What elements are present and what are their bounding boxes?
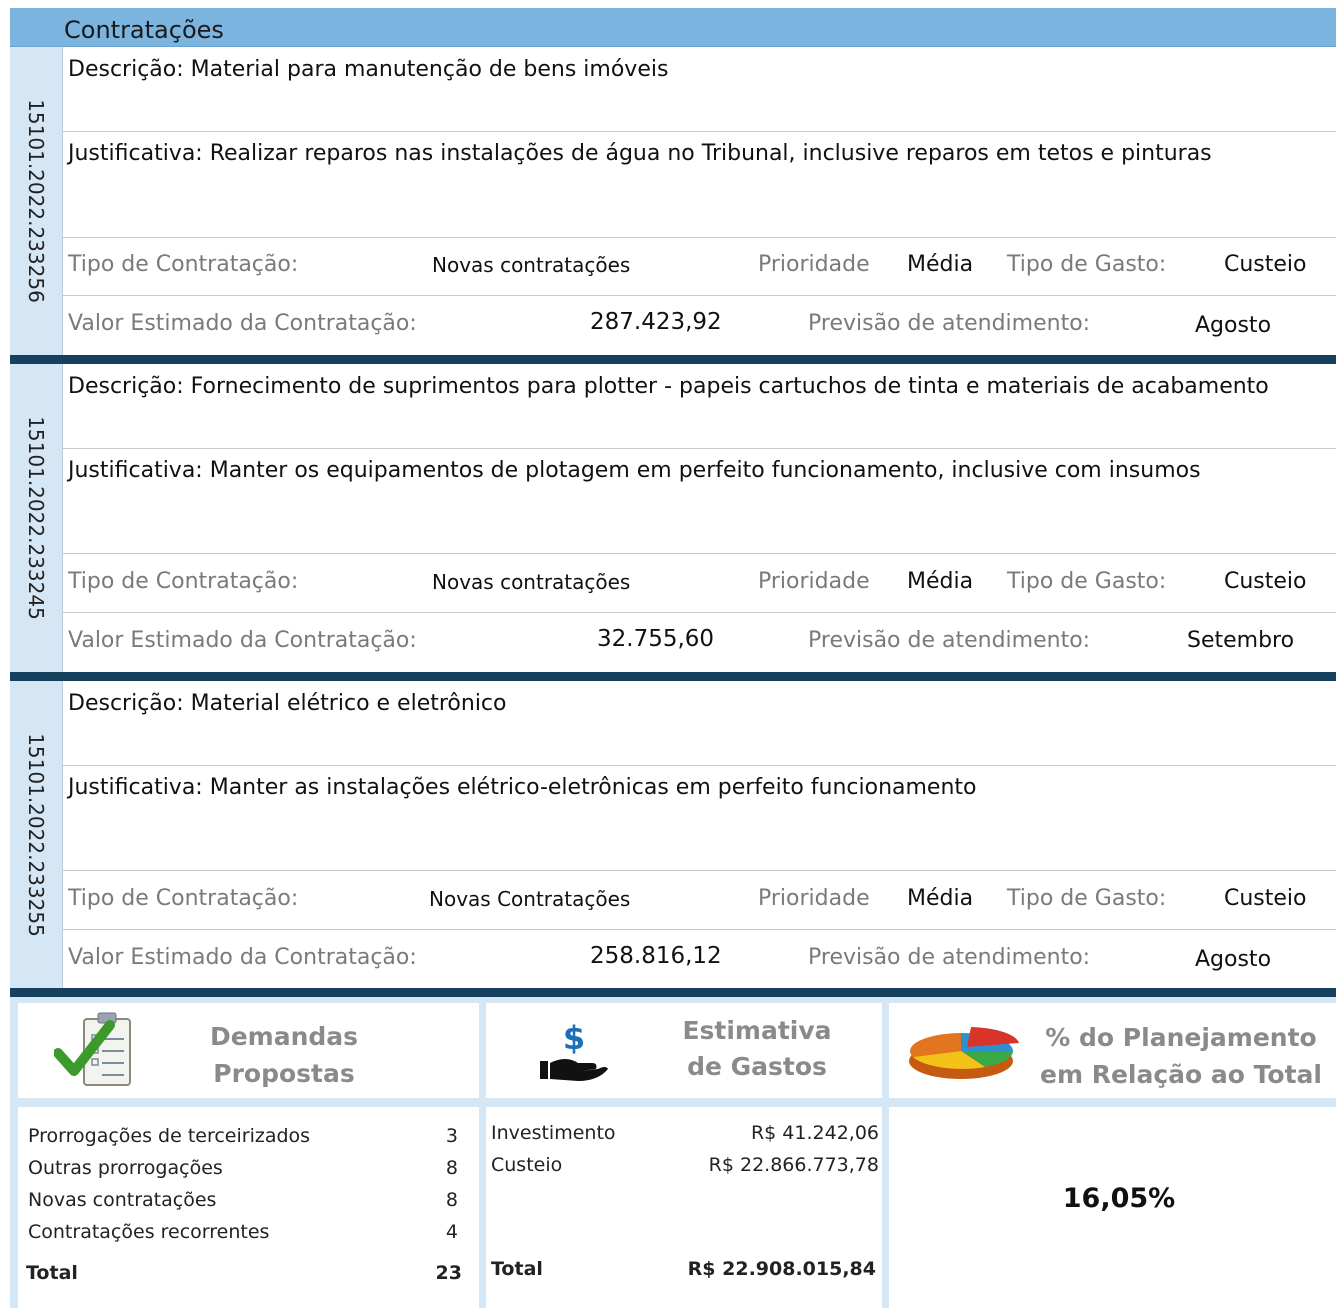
row-divider: [62, 448, 1336, 449]
demandas-title-line1: Demandas: [209, 1022, 359, 1051]
percentual-header: % do Planejamento em Relação ao Total: [889, 1003, 1336, 1098]
estimativa-total-value: R$ 22.908.015,84: [687, 1258, 876, 1280]
page-title: Contratações: [64, 16, 224, 44]
contract-id-side: 15101.2022.233256: [10, 47, 63, 355]
contract-description: Descrição: Fornecimento de suprimentos p…: [68, 374, 1269, 399]
prioridade-value: Média: [907, 569, 974, 594]
tipo-contratacao-value: Novas contratações: [432, 570, 631, 594]
tipo-contratacao-label: Tipo de Contratação:: [68, 252, 299, 277]
header-bar: Contratações: [10, 8, 1336, 47]
previsao-label: Previsão de atendimento:: [808, 945, 1091, 970]
estimativa-body: Investimento R$ 41.242,06 Custeio R$ 22.…: [486, 1107, 882, 1308]
estimativa-row-value: R$ 22.866.773,78: [708, 1154, 879, 1176]
demandas-row-value: 8: [445, 1189, 458, 1211]
tipo-gasto-value: Custeio: [1224, 569, 1307, 594]
contract-description: Descrição: Material para manutenção de b…: [68, 57, 669, 82]
tipo-gasto-value: Custeio: [1224, 252, 1307, 277]
demandas-row-label: Novas contratações: [28, 1189, 217, 1211]
tipo-gasto-label: Tipo de Gasto:: [1007, 252, 1167, 277]
tipo-contratacao-label: Tipo de Contratação:: [68, 569, 299, 594]
previsao-value: Agosto: [1195, 947, 1272, 972]
estimativa-title-line2: de Gastos: [687, 1052, 827, 1081]
contract-id: 15101.2022.233256: [24, 99, 48, 303]
prioridade-label: Prioridade: [758, 886, 870, 911]
valor-estimado-value: 287.423,92: [590, 309, 722, 335]
tipo-gasto-label: Tipo de Gasto:: [1007, 886, 1167, 911]
demandas-body: Prorrogações de terceirizados 3 Outras p…: [18, 1107, 479, 1308]
tipo-contratacao-label: Tipo de Contratação:: [68, 886, 299, 911]
estimativa-title-line1: Estimativa: [682, 1016, 832, 1045]
percentual-body: 16,05%: [889, 1107, 1336, 1308]
row-divider: [62, 553, 1336, 554]
row-divider: [62, 131, 1336, 132]
contract-description: Descrição: Material elétrico e eletrônic…: [68, 691, 507, 716]
tipo-gasto-label: Tipo de Gasto:: [1007, 569, 1167, 594]
row-divider: [62, 870, 1336, 871]
demandas-row-value: 3: [445, 1125, 458, 1147]
svg-text:$: $: [563, 1019, 585, 1057]
tipo-gasto-value: Custeio: [1224, 886, 1307, 911]
demandas-title-line2: Propostas: [213, 1059, 355, 1088]
prioridade-value: Média: [907, 886, 974, 911]
prioridade-label: Prioridade: [758, 252, 870, 277]
block-separator: [10, 672, 1336, 681]
prioridade-value: Média: [907, 252, 974, 277]
percentual-title-line1: % do Planejamento: [1045, 1023, 1317, 1052]
contract-id-side: 15101.2022.233255: [10, 681, 63, 988]
tipo-contratacao-value: Novas contratações: [432, 253, 631, 277]
contract-justification: Justificativa: Realizar reparos nas inst…: [68, 141, 1212, 166]
contract-id-side: 15101.2022.233245: [10, 364, 63, 672]
contract-justification: Justificativa: Manter os equipamentos de…: [68, 458, 1201, 483]
demandas-total-value: 23: [435, 1262, 462, 1284]
demandas-header: Demandas Propostas: [18, 1003, 479, 1098]
percentual-value: 16,05%: [1062, 1183, 1176, 1214]
row-divider: [62, 765, 1336, 766]
demandas-total-label: Total: [26, 1262, 78, 1284]
demandas-row-label: Prorrogações de terceirizados: [28, 1125, 311, 1147]
demandas-row-value: 8: [445, 1157, 458, 1179]
contract-id: 15101.2022.233245: [24, 416, 48, 620]
previsao-label: Previsão de atendimento:: [808, 628, 1091, 653]
contract-block-3: 15101.2022.233255 Descrição: Material el…: [10, 681, 1336, 988]
row-divider: [62, 237, 1336, 238]
block-separator: [10, 355, 1336, 364]
estimativa-row-label: Custeio: [491, 1154, 563, 1176]
estimativa-row-value: R$ 41.242,06: [750, 1122, 879, 1144]
demandas-row-value: 4: [445, 1221, 458, 1243]
contract-block-2: 15101.2022.233245 Descrição: Forneciment…: [10, 364, 1336, 672]
valor-estimado-value: 32.755,60: [597, 626, 715, 652]
previsao-label: Previsão de atendimento:: [808, 311, 1091, 336]
estimativa-total-label: Total: [491, 1258, 543, 1280]
contract-justification: Justificativa: Manter as instalações elé…: [68, 775, 977, 800]
demandas-row-label: Contratações recorrentes: [28, 1221, 270, 1243]
estimativa-row-label: Investimento: [491, 1122, 616, 1144]
valor-estimado-value: 258.816,12: [590, 943, 722, 969]
row-divider: [62, 612, 1336, 613]
demandas-row-label: Outras prorrogações: [28, 1157, 223, 1179]
block-separator: [10, 988, 1336, 997]
percentual-title-line2: em Relação ao Total: [1040, 1060, 1322, 1089]
checklist-icon: [54, 1012, 131, 1086]
contract-id: 15101.2022.233255: [24, 732, 48, 937]
estimativa-header: $ Estimativa de Gastos: [486, 1003, 882, 1098]
previsao-value: Agosto: [1195, 313, 1272, 338]
money-hand-icon: $: [540, 1019, 608, 1081]
previsao-value: Setembro: [1187, 628, 1295, 653]
valor-estimado-label: Valor Estimado da Contratação:: [68, 311, 417, 336]
row-divider: [62, 929, 1336, 930]
valor-estimado-label: Valor Estimado da Contratação:: [68, 628, 417, 653]
pie-chart-icon: [909, 1027, 1019, 1079]
tipo-contratacao-value: Novas Contratações: [429, 887, 631, 911]
contract-block-1: 15101.2022.233256 Descrição: Material pa…: [10, 47, 1336, 355]
valor-estimado-label: Valor Estimado da Contratação:: [68, 945, 417, 970]
prioridade-label: Prioridade: [758, 569, 870, 594]
row-divider: [62, 295, 1336, 296]
